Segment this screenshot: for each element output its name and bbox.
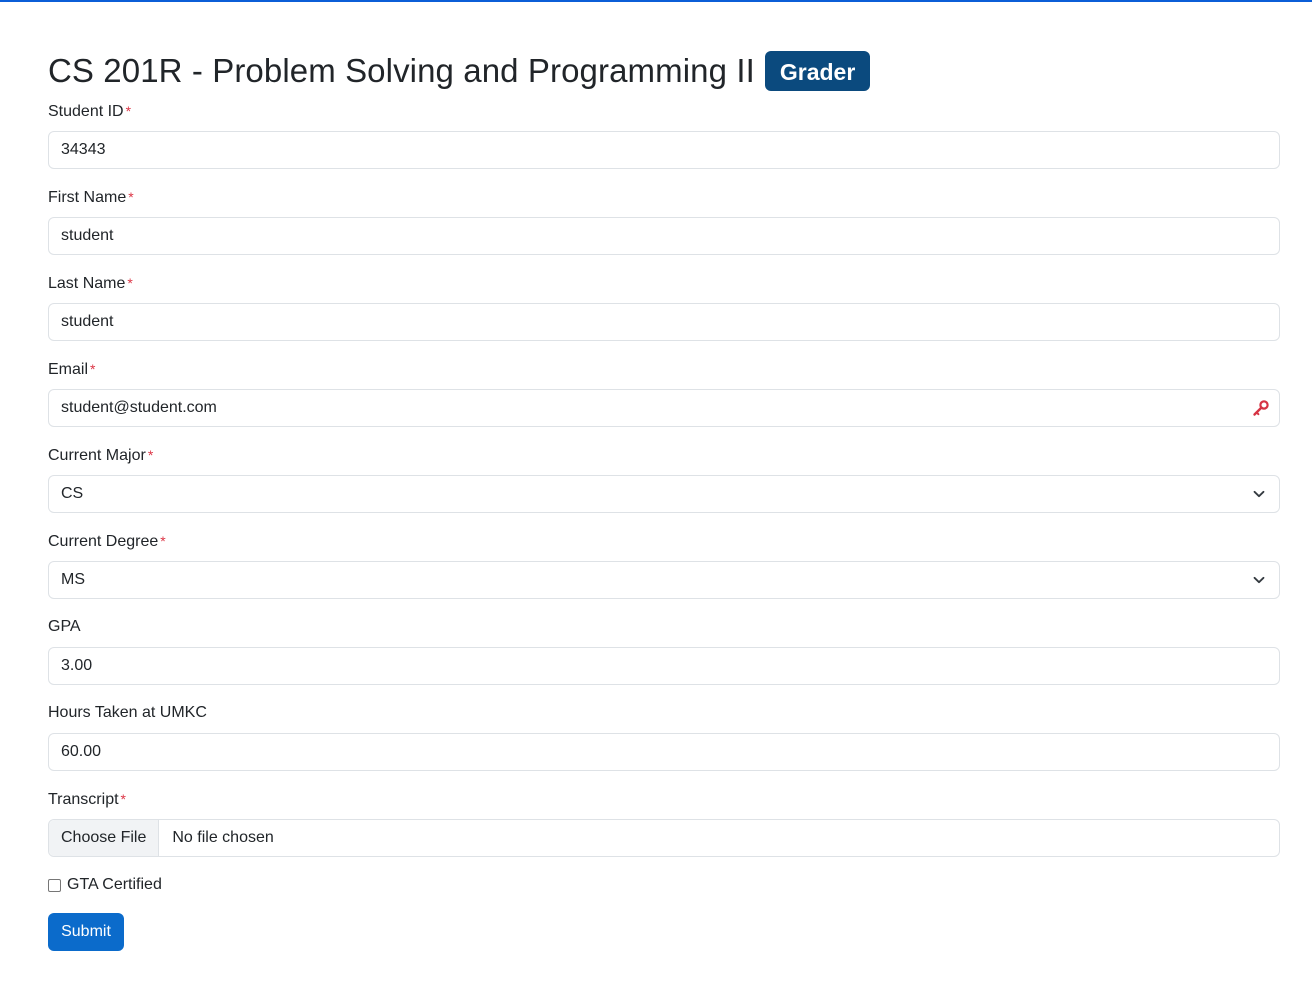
chevron-down-icon bbox=[1253, 576, 1265, 584]
gpa-field: GPA 3.00 bbox=[48, 616, 1280, 685]
file-status: No file chosen bbox=[172, 829, 274, 846]
current-major-field: Current Major * CS bbox=[48, 444, 1280, 513]
choose-file-button[interactable]: Choose File bbox=[49, 820, 160, 856]
chevron-down-icon bbox=[1253, 490, 1265, 498]
student-id-label: Student ID * bbox=[48, 103, 132, 120]
hours-field: Hours Taken at UMKC 60.00 bbox=[48, 702, 1280, 771]
first-name-label: First Name * bbox=[48, 189, 134, 206]
page-title: CS 201R - Problem Solving and Programmin… bbox=[48, 52, 755, 89]
required-marker: * bbox=[160, 533, 166, 549]
key-icon[interactable] bbox=[1252, 399, 1270, 417]
gta-certified-checkbox[interactable] bbox=[48, 878, 61, 892]
required-marker: * bbox=[120, 791, 126, 807]
student-id-value: 34343 bbox=[61, 141, 106, 158]
required-marker: * bbox=[90, 361, 96, 377]
gta-certified-row: GTA Certified bbox=[48, 874, 162, 896]
submit-button[interactable]: Submit bbox=[48, 913, 124, 951]
email-label: Email * bbox=[48, 361, 96, 378]
gpa-value: 3.00 bbox=[61, 657, 93, 674]
current-degree-field: Current Degree * MS bbox=[48, 530, 1280, 599]
current-degree-label: Current Degree * bbox=[48, 533, 166, 550]
required-marker: * bbox=[147, 447, 154, 463]
current-major-value: CS bbox=[61, 485, 84, 502]
first-name-field: First Name * student bbox=[48, 186, 1280, 255]
required-marker: * bbox=[125, 103, 132, 119]
required-marker: * bbox=[128, 189, 134, 205]
transcript-field: Transcript * Choose File No file chosen bbox=[48, 788, 1280, 857]
page-header: CS 201R - Problem Solving and Programmin… bbox=[48, 51, 1280, 91]
email-field: Email * student@student.com bbox=[48, 358, 1280, 427]
transcript-label: Transcript * bbox=[48, 791, 126, 808]
last-name-input[interactable]: student bbox=[48, 303, 1280, 341]
gpa-input[interactable]: 3.00 bbox=[48, 647, 1280, 685]
current-degree-select[interactable]: MS bbox=[48, 561, 1280, 599]
first-name-input[interactable]: student bbox=[48, 217, 1280, 255]
current-major-label: Current Major * bbox=[48, 447, 154, 464]
hours-input[interactable]: 60.00 bbox=[48, 733, 1280, 771]
form-container: CS 201R - Problem Solving and Programmin… bbox=[48, 0, 1280, 951]
transcript-file-input[interactable]: Choose File No file chosen bbox=[48, 819, 1280, 857]
student-id-input[interactable]: 34343 bbox=[48, 131, 1280, 169]
student-id-field: Student ID * 34343 bbox=[48, 100, 1280, 169]
gpa-label: GPA bbox=[48, 618, 81, 635]
first-name-value: student bbox=[61, 227, 114, 244]
email-input[interactable]: student@student.com bbox=[48, 389, 1280, 427]
last-name-value: student bbox=[61, 313, 114, 330]
hours-label: Hours Taken at UMKC bbox=[48, 704, 207, 721]
gta-certified-label[interactable]: GTA Certified bbox=[67, 876, 162, 894]
required-marker: * bbox=[127, 275, 133, 291]
last-name-field: Last Name * student bbox=[48, 272, 1280, 341]
role-badge: Grader bbox=[764, 51, 871, 91]
email-value: student@student.com bbox=[61, 399, 217, 416]
hours-value: 60.00 bbox=[61, 743, 102, 760]
last-name-label: Last Name * bbox=[48, 275, 133, 292]
current-major-select[interactable]: CS bbox=[48, 475, 1280, 513]
current-degree-value: MS bbox=[61, 571, 85, 588]
